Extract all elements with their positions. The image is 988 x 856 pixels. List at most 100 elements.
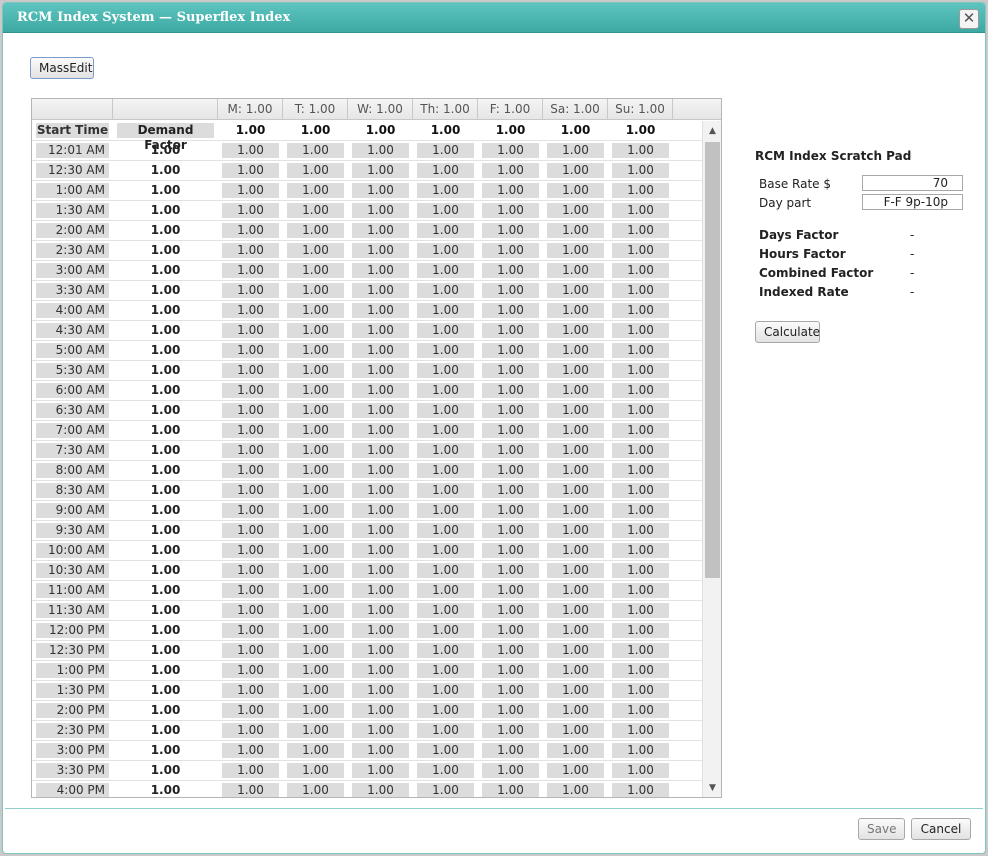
factor-cell[interactable]: 1.00 xyxy=(218,381,283,401)
start-time-cell[interactable]: 2:00 PM xyxy=(32,701,113,721)
factor-cell[interactable]: 1.00 xyxy=(478,541,543,561)
factor-cell[interactable]: 1.00 xyxy=(218,241,283,261)
factor-cell[interactable]: 1.00 xyxy=(283,781,348,797)
factor-cell[interactable]: 1.00 xyxy=(543,741,608,761)
demand-factor-cell[interactable]: 1.00 xyxy=(113,201,218,221)
factor-cell[interactable]: 1.00 xyxy=(218,281,283,301)
factor-cell[interactable]: 1.00 xyxy=(478,341,543,361)
factor-cell[interactable]: 1.00 xyxy=(478,381,543,401)
scroll-down-arrow-icon[interactable]: ▼ xyxy=(703,780,721,797)
factor-cell[interactable]: 1.00 xyxy=(478,461,543,481)
factor-cell[interactable]: 1.00 xyxy=(218,481,283,501)
factor-cell[interactable]: 1.00 xyxy=(413,301,478,321)
factor-cell[interactable]: 1.00 xyxy=(348,381,413,401)
factor-cell[interactable]: 1.00 xyxy=(478,281,543,301)
demand-factor-cell[interactable]: 1.00 xyxy=(113,781,218,797)
factor-cell[interactable]: 1.00 xyxy=(543,661,608,681)
demand-factor-cell[interactable]: 1.00 xyxy=(113,161,218,181)
demand-factor-cell[interactable]: 1.00 xyxy=(113,621,218,641)
factor-cell[interactable]: 1.00 xyxy=(218,441,283,461)
factor-cell[interactable]: 1.00 xyxy=(543,141,608,161)
factor-cell[interactable]: 1.00 xyxy=(413,721,478,741)
demand-factor-cell[interactable]: 1.00 xyxy=(113,301,218,321)
factor-cell[interactable]: 1.00 xyxy=(413,241,478,261)
factor-cell[interactable]: 1.00 xyxy=(478,161,543,181)
factor-cell[interactable]: 1.00 xyxy=(608,681,673,701)
factor-cell[interactable]: 1.00 xyxy=(543,221,608,241)
factor-cell[interactable]: 1.00 xyxy=(348,701,413,721)
factor-cell[interactable]: 1.00 xyxy=(413,421,478,441)
factor-cell[interactable]: 1.00 xyxy=(543,721,608,741)
factor-cell[interactable]: 1.00 xyxy=(413,681,478,701)
factor-cell[interactable]: 1.00 xyxy=(348,461,413,481)
demand-factor-cell[interactable]: 1.00 xyxy=(113,521,218,541)
start-time-cell[interactable]: 11:00 AM xyxy=(32,581,113,601)
save-button[interactable]: Save xyxy=(858,818,905,840)
factor-cell[interactable]: 1.00 xyxy=(413,281,478,301)
demand-factor-cell[interactable]: 1.00 xyxy=(113,461,218,481)
factor-cell[interactable]: 1.00 xyxy=(543,781,608,797)
factor-cell[interactable]: 1.00 xyxy=(348,141,413,161)
header-day-5[interactable]: Sa: 1.00 xyxy=(543,99,608,120)
factor-cell[interactable]: 1.00 xyxy=(348,161,413,181)
factor-cell[interactable]: 1.00 xyxy=(608,401,673,421)
factor-cell[interactable]: 1.00 xyxy=(608,481,673,501)
factor-cell[interactable]: 1.00 xyxy=(218,181,283,201)
factor-cell[interactable]: 1.00 xyxy=(218,521,283,541)
factor-cell[interactable]: 1.00 xyxy=(218,201,283,221)
start-time-cell[interactable]: 9:30 AM xyxy=(32,521,113,541)
factor-cell[interactable]: 1.00 xyxy=(608,421,673,441)
factor-cell[interactable]: 1.00 xyxy=(608,721,673,741)
factor-cell[interactable]: 1.00 xyxy=(478,701,543,721)
start-time-cell[interactable]: 11:30 AM xyxy=(32,601,113,621)
factor-cell[interactable]: 1.00 xyxy=(413,701,478,721)
factor-cell[interactable]: 1.00 xyxy=(478,141,543,161)
factor-cell[interactable]: 1.00 xyxy=(218,561,283,581)
factor-cell[interactable]: 1.00 xyxy=(283,361,348,381)
factor-cell[interactable]: 1.00 xyxy=(543,541,608,561)
factor-cell[interactable]: 1.00 xyxy=(218,221,283,241)
factor-cell[interactable]: 1.00 xyxy=(283,701,348,721)
factor-cell[interactable]: 1.00 xyxy=(413,781,478,797)
demand-factor-cell[interactable]: 1.00 xyxy=(113,181,218,201)
factor-cell[interactable]: 1.00 xyxy=(348,261,413,281)
start-time-cell[interactable]: 10:30 AM xyxy=(32,561,113,581)
factor-cell[interactable]: 1.00 xyxy=(478,561,543,581)
factor-cell[interactable]: 1.00 xyxy=(608,761,673,781)
header-day-3[interactable]: Th: 1.00 xyxy=(413,99,478,120)
factor-cell[interactable]: 1.00 xyxy=(543,341,608,361)
factor-cell[interactable]: 1.00 xyxy=(413,221,478,241)
factor-cell[interactable]: 1.00 xyxy=(283,181,348,201)
demand-factor-cell[interactable]: 1.00 xyxy=(113,261,218,281)
demand-factor-cell[interactable]: 1.00 xyxy=(113,241,218,261)
factor-cell[interactable]: 1.00 xyxy=(283,541,348,561)
demand-factor-cell[interactable]: 1.00 xyxy=(113,401,218,421)
factor-cell[interactable]: 1.00 xyxy=(543,241,608,261)
factor-cell[interactable]: 1.00 xyxy=(413,581,478,601)
demand-factor-cell[interactable]: 1.00 xyxy=(113,761,218,781)
factor-cell[interactable]: 1.00 xyxy=(218,501,283,521)
factor-cell[interactable]: 1.00 xyxy=(348,521,413,541)
factor-cell[interactable]: 1.00 xyxy=(283,141,348,161)
start-time-cell[interactable]: 3:00 PM xyxy=(32,741,113,761)
factor-cell[interactable]: 1.00 xyxy=(283,421,348,441)
factor-cell[interactable]: 1.00 xyxy=(218,141,283,161)
start-time-cell[interactable]: 7:30 AM xyxy=(32,441,113,461)
factor-cell[interactable]: 1.00 xyxy=(283,641,348,661)
factor-cell[interactable]: 1.00 xyxy=(413,541,478,561)
demand-factor-cell[interactable]: 1.00 xyxy=(113,561,218,581)
demand-factor-heading[interactable]: Demand Factor xyxy=(113,121,218,152)
factor-cell[interactable]: 1.00 xyxy=(478,441,543,461)
factor-cell[interactable]: 1.00 xyxy=(608,221,673,241)
factor-cell[interactable]: 1.00 xyxy=(413,161,478,181)
factor-cell[interactable]: 1.00 xyxy=(543,421,608,441)
factor-cell[interactable]: 1.00 xyxy=(478,721,543,741)
factor-cell[interactable]: 1.00 xyxy=(283,621,348,641)
factor-cell[interactable]: 1.00 xyxy=(218,621,283,641)
factor-cell[interactable]: 1.00 xyxy=(348,621,413,641)
factor-cell[interactable]: 1.00 xyxy=(608,301,673,321)
day-part-input[interactable]: F-F 9p-10p xyxy=(862,194,963,210)
factor-cell[interactable]: 1.00 xyxy=(218,461,283,481)
factor-cell[interactable]: 1.00 xyxy=(543,641,608,661)
demand-factor-cell[interactable]: 1.00 xyxy=(113,421,218,441)
